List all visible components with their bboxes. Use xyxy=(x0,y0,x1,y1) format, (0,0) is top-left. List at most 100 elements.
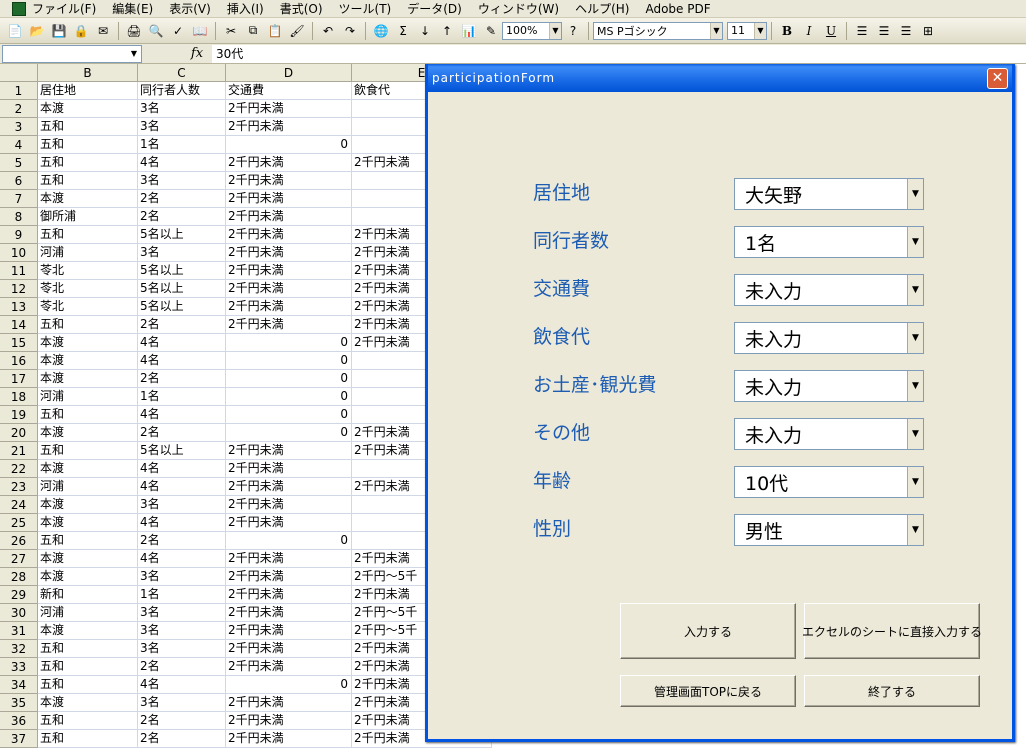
table-cell-d[interactable]: 2千円未満 xyxy=(226,298,352,316)
row-header[interactable]: 23 xyxy=(0,478,38,496)
table-cell-c[interactable]: 3名 xyxy=(138,244,226,262)
table-cell-c[interactable]: 4名 xyxy=(138,406,226,424)
table-cell-b[interactable]: 本渡 xyxy=(38,622,138,640)
transport-select[interactable]: 未入力 ▼ xyxy=(734,274,924,306)
merge-center-icon[interactable]: ⊞ xyxy=(919,22,937,40)
menu-insert[interactable]: 挿入(I) xyxy=(227,0,264,17)
row-header[interactable]: 19 xyxy=(0,406,38,424)
help-icon[interactable]: ? xyxy=(564,22,582,40)
table-cell-b[interactable]: 本渡 xyxy=(38,694,138,712)
table-cell-d[interactable]: 2千円未満 xyxy=(226,172,352,190)
row-header[interactable]: 15 xyxy=(0,334,38,352)
row-header[interactable]: 10 xyxy=(0,244,38,262)
permission-icon[interactable]: 🔒 xyxy=(72,22,90,40)
table-cell-b[interactable]: 本渡 xyxy=(38,334,138,352)
chevron-down-icon[interactable]: ▼ xyxy=(907,323,923,353)
table-cell-d[interactable]: 2千円未満 xyxy=(226,730,352,748)
table-cell-c[interactable]: 5名以上 xyxy=(138,262,226,280)
row-header[interactable]: 3 xyxy=(0,118,38,136)
table-cell-b[interactable]: 本渡 xyxy=(38,460,138,478)
cut-icon[interactable]: ✂ xyxy=(222,22,240,40)
row-header[interactable]: 4 xyxy=(0,136,38,154)
table-cell-d[interactable]: 2千円未満 xyxy=(226,658,352,676)
row-header[interactable]: 24 xyxy=(0,496,38,514)
save-icon[interactable]: 💾 xyxy=(50,22,68,40)
row-header[interactable]: 26 xyxy=(0,532,38,550)
direct-input-button[interactable]: エクセルのシートに直接入力する xyxy=(802,603,982,659)
bold-button[interactable]: B xyxy=(778,22,796,40)
table-cell-d[interactable]: 2千円未満 xyxy=(226,280,352,298)
table-cell-c[interactable]: 1名 xyxy=(138,586,226,604)
table-cell-b[interactable]: 五和 xyxy=(38,442,138,460)
table-cell-c[interactable]: 3名 xyxy=(138,694,226,712)
undo-icon[interactable]: ↶ xyxy=(319,22,337,40)
row-header[interactable]: 5 xyxy=(0,154,38,172)
table-cell-b[interactable]: 本渡 xyxy=(38,514,138,532)
row-header[interactable]: 8 xyxy=(0,208,38,226)
table-cell-c[interactable]: 3名 xyxy=(138,604,226,622)
table-cell-d[interactable]: 2千円未満 xyxy=(226,694,352,712)
font-size-select[interactable]: 11 ▼ xyxy=(727,21,767,40)
row-header[interactable]: 25 xyxy=(0,514,38,532)
align-left-icon[interactable]: ☰ xyxy=(853,22,871,40)
table-cell-c[interactable]: 1名 xyxy=(138,388,226,406)
input-button[interactable]: 入力する xyxy=(620,603,796,659)
copy-icon[interactable]: ⧉ xyxy=(244,22,262,40)
email-icon[interactable]: ✉ xyxy=(94,22,112,40)
format-painter-icon[interactable]: 🖌 xyxy=(288,22,306,40)
row-header[interactable]: 9 xyxy=(0,226,38,244)
table-cell-c[interactable]: 4名 xyxy=(138,334,226,352)
chevron-down-icon[interactable]: ▼ xyxy=(907,179,923,209)
table-cell-d[interactable]: 交通費 xyxy=(226,82,352,100)
table-cell-b[interactable]: 居住地 xyxy=(38,82,138,100)
menu-view[interactable]: 表示(V) xyxy=(169,0,211,17)
table-cell-b[interactable]: 本渡 xyxy=(38,568,138,586)
table-cell-c[interactable]: 3名 xyxy=(138,118,226,136)
admin-top-button[interactable]: 管理画面TOPに戻る xyxy=(620,675,796,707)
formula-input[interactable]: 30代 xyxy=(212,44,1026,63)
row-header[interactable]: 18 xyxy=(0,388,38,406)
table-cell-b[interactable]: 本渡 xyxy=(38,190,138,208)
chevron-down-icon[interactable]: ▼ xyxy=(907,371,923,401)
table-cell-c[interactable]: 5名以上 xyxy=(138,280,226,298)
column-header-c[interactable]: C xyxy=(138,64,226,82)
table-cell-d[interactable]: 2千円未満 xyxy=(226,496,352,514)
drawing-icon[interactable]: ✎ xyxy=(482,22,500,40)
table-cell-b[interactable]: 河浦 xyxy=(38,604,138,622)
table-cell-d[interactable]: 2千円未満 xyxy=(226,712,352,730)
companions-select[interactable]: 1名 ▼ xyxy=(734,226,924,258)
chevron-down-icon[interactable]: ▼ xyxy=(907,467,923,497)
menu-data[interactable]: データ(D) xyxy=(407,0,462,17)
table-cell-c[interactable]: 2名 xyxy=(138,712,226,730)
table-cell-d[interactable]: 2千円未満 xyxy=(226,514,352,532)
row-header[interactable]: 33 xyxy=(0,658,38,676)
menu-file[interactable]: ファイル(F) xyxy=(32,0,96,17)
table-cell-d[interactable]: 2千円未満 xyxy=(226,568,352,586)
select-all-corner[interactable] xyxy=(0,64,38,82)
row-header[interactable]: 31 xyxy=(0,622,38,640)
table-cell-b[interactable]: 新和 xyxy=(38,586,138,604)
table-cell-b[interactable]: 御所浦 xyxy=(38,208,138,226)
table-cell-d[interactable]: 0 xyxy=(226,334,352,352)
row-header[interactable]: 27 xyxy=(0,550,38,568)
chevron-down-icon[interactable]: ▼ xyxy=(907,275,923,305)
open-folder-icon[interactable]: 📂 xyxy=(28,22,46,40)
table-cell-b[interactable]: 五和 xyxy=(38,118,138,136)
table-cell-c[interactable]: 4名 xyxy=(138,514,226,532)
row-header[interactable]: 21 xyxy=(0,442,38,460)
table-cell-c[interactable]: 2名 xyxy=(138,532,226,550)
table-cell-d[interactable]: 2千円未満 xyxy=(226,100,352,118)
table-cell-c[interactable]: 2名 xyxy=(138,730,226,748)
table-cell-c[interactable]: 5名以上 xyxy=(138,442,226,460)
align-right-icon[interactable]: ☰ xyxy=(897,22,915,40)
age-select[interactable]: 10代 ▼ xyxy=(734,466,924,498)
table-cell-b[interactable]: 五和 xyxy=(38,406,138,424)
table-cell-c[interactable]: 2名 xyxy=(138,370,226,388)
dialog-titlebar[interactable]: participationForm ✕ xyxy=(428,64,1012,92)
table-cell-b[interactable]: 苓北 xyxy=(38,298,138,316)
new-file-icon[interactable]: 📄 xyxy=(6,22,24,40)
row-header[interactable]: 16 xyxy=(0,352,38,370)
row-header[interactable]: 7 xyxy=(0,190,38,208)
residence-select[interactable]: 大矢野 ▼ xyxy=(734,178,924,210)
table-cell-b[interactable]: 五和 xyxy=(38,712,138,730)
